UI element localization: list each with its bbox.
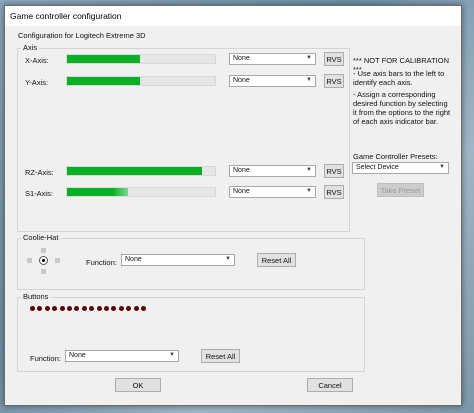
coolie-function-label: Function:	[86, 258, 117, 267]
hat-down-indicator	[41, 269, 46, 274]
window-title: Game controller configuration	[10, 11, 122, 21]
axis-function-value-x: None	[233, 55, 250, 62]
axis-fill-y	[67, 77, 140, 85]
rvs-button-rz[interactable]: RVS	[324, 164, 344, 178]
rvs-button-y[interactable]: RVS	[324, 74, 344, 88]
presets-label: Game Controller Presets:	[353, 152, 438, 161]
notes-line-1: - Use axis bars to the left to identify …	[353, 69, 445, 87]
buttons-reset-all-button[interactable]: Reset All	[201, 349, 240, 363]
coolie-reset-all-button[interactable]: Reset All	[257, 253, 296, 267]
axis-bar-s1	[66, 187, 216, 197]
config-window: Game controller configuration Configurat…	[4, 5, 462, 406]
button-indicator-11	[104, 306, 109, 311]
axis-function-value-rz: None	[233, 167, 250, 174]
button-indicator-15	[133, 306, 139, 311]
button-indicator-16	[141, 306, 146, 311]
axis-label-rz: RZ-Axis:	[25, 168, 54, 177]
coolie-function-select[interactable]: None ▼	[121, 254, 235, 266]
chevron-down-icon: ▼	[306, 55, 312, 61]
axis-label-y: Y-Axis:	[25, 78, 49, 87]
presets-value: Select Device	[356, 164, 399, 171]
axis-label-x: X-Axis:	[25, 56, 49, 65]
axis-function-select-x[interactable]: None ▼	[229, 53, 316, 65]
axis-function-select-s1[interactable]: None ▼	[229, 186, 316, 198]
rvs-button-x[interactable]: RVS	[324, 52, 344, 66]
axis-bar-y	[66, 76, 216, 86]
axis-group-label: Axis	[21, 43, 40, 52]
button-indicator-10	[96, 306, 102, 311]
axis-function-value-s1: None	[233, 188, 250, 195]
take-preset-button[interactable]: Take Preset	[377, 183, 424, 197]
chevron-down-icon: ▼	[306, 167, 312, 173]
chevron-down-icon: ▼	[306, 188, 312, 194]
axis-fill-x	[67, 55, 140, 63]
chevron-down-icon: ▼	[169, 352, 175, 358]
presets-select[interactable]: Select Device ▼	[352, 162, 449, 174]
buttons-function-select[interactable]: None ▼	[65, 350, 179, 362]
title-bar[interactable]: Game controller configuration	[5, 6, 461, 26]
hat-right-indicator	[55, 258, 60, 263]
coolie-hat-label: Coolie-Hat	[21, 233, 61, 242]
button-indicator-1	[30, 306, 35, 311]
button-indicator-6	[67, 306, 72, 311]
hat-up-indicator	[41, 248, 46, 253]
axis-function-select-rz[interactable]: None ▼	[229, 165, 316, 177]
axis-bar-rz	[66, 166, 216, 176]
axis-fill-rz	[67, 167, 202, 175]
button-indicator-5	[59, 306, 65, 311]
axis-function-select-y[interactable]: None ▼	[229, 75, 316, 87]
chevron-down-icon: ▼	[225, 256, 231, 262]
rvs-button-s1[interactable]: RVS	[324, 185, 344, 199]
cancel-button[interactable]: Cancel	[307, 378, 353, 392]
axis-function-value-y: None	[233, 77, 250, 84]
hat-center-indicator	[39, 256, 48, 265]
buttons-group-label: Buttons	[21, 292, 51, 301]
buttons-function-label: Function:	[30, 354, 61, 363]
hat-left-indicator	[27, 258, 32, 263]
chevron-down-icon: ▼	[439, 164, 445, 170]
notes-line-2: - Assign a corresponding desired functio…	[353, 90, 451, 126]
axis-fill-s1	[67, 188, 128, 196]
button-indicator-13	[118, 306, 124, 311]
chevron-down-icon: ▼	[306, 77, 312, 83]
button-indicator-8	[81, 306, 87, 311]
config-label: Configuration for Logitech Extreme 3D	[18, 31, 146, 40]
axis-label-s1: S1-Axis:	[25, 189, 53, 198]
coolie-function-value: None	[125, 256, 142, 263]
axis-bar-x	[66, 54, 216, 64]
button-indicator-3	[44, 306, 50, 311]
buttons-function-value: None	[69, 352, 86, 359]
ok-button[interactable]: OK	[115, 378, 161, 392]
